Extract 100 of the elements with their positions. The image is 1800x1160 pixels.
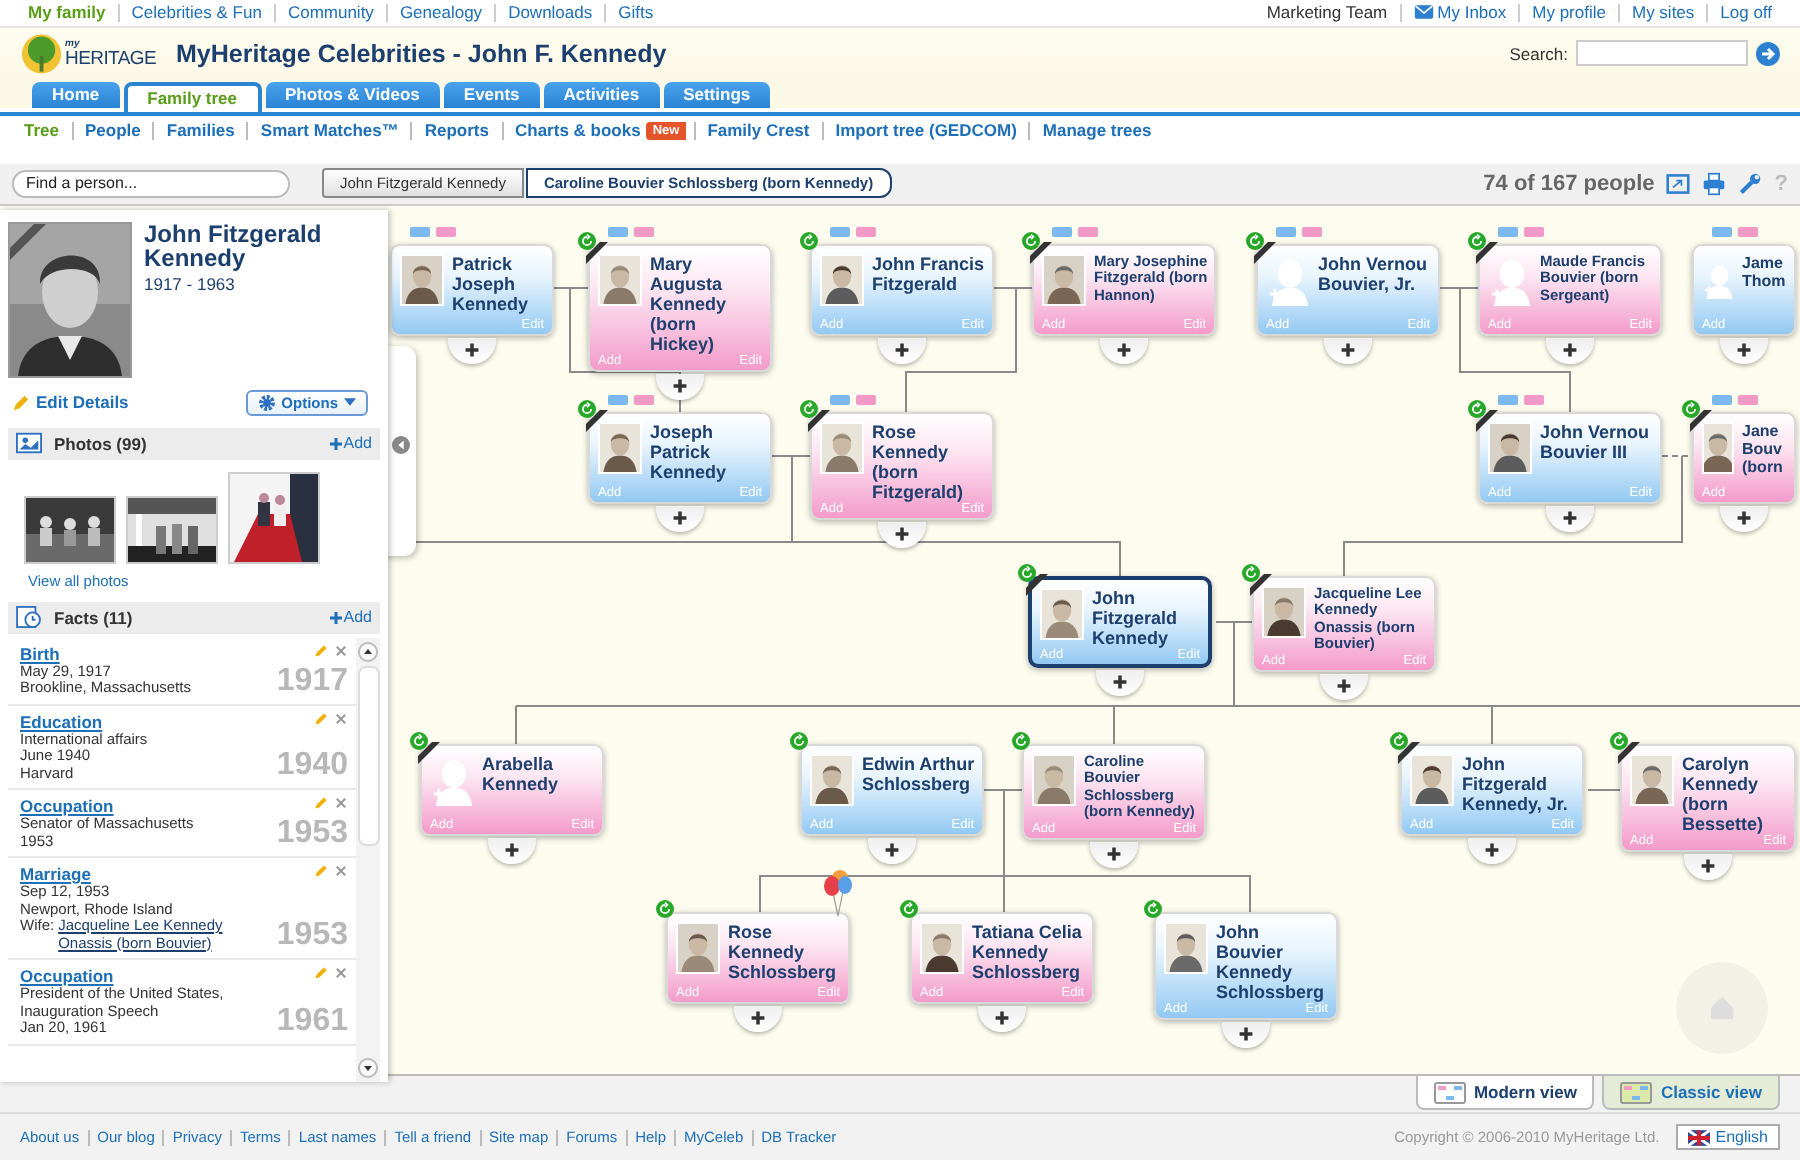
find-person-field[interactable]: Find a person... — [12, 169, 290, 198]
top-nav-link[interactable]: Log off — [1706, 3, 1784, 22]
fact-title-link[interactable]: Birth — [20, 643, 264, 664]
person-name: Jane Bouv (born — [1742, 421, 1785, 480]
parents-flag-icon[interactable] — [1712, 393, 1760, 406]
plus-icon — [1336, 678, 1352, 695]
plus-icon — [1736, 342, 1752, 359]
top-nav-link[interactable]: My sites — [1617, 3, 1707, 22]
add-relative-button[interactable] — [978, 1005, 1026, 1032]
top-nav-link[interactable]: Community — [273, 3, 386, 22]
add-relative-button[interactable] — [1222, 1021, 1270, 1048]
logo-wordmark: HERITAGE — [65, 49, 156, 69]
add-relative-button[interactable] — [734, 1005, 782, 1032]
add-relative-button[interactable] — [656, 505, 704, 532]
parents-flag-icon[interactable] — [1498, 225, 1546, 238]
subnav-link[interactable]: Families — [152, 122, 247, 141]
subnav-link[interactable]: Smart Matches™ — [246, 122, 411, 141]
parents-flag-icon[interactable] — [608, 225, 656, 238]
parents-flag-icon[interactable] — [830, 393, 878, 406]
add-relative-button[interactable] — [1684, 853, 1732, 880]
parents-flag-icon[interactable] — [1498, 393, 1546, 406]
scrollbar-thumb[interactable] — [357, 665, 379, 846]
print-icon[interactable] — [1702, 171, 1727, 196]
pencil-icon[interactable] — [314, 864, 328, 879]
go-arrow-icon[interactable] — [1756, 41, 1780, 66]
add-relative-button[interactable] — [1720, 337, 1768, 364]
collapse-icon[interactable] — [392, 435, 410, 454]
add-relative-button[interactable] — [1320, 673, 1368, 700]
top-nav-link[interactable]: Gifts — [604, 3, 666, 22]
fact-title-link[interactable]: Marriage — [20, 864, 264, 885]
add-relative-button[interactable] — [1096, 669, 1144, 696]
add-relative-button[interactable] — [1720, 505, 1768, 532]
add-relative-button[interactable] — [1468, 837, 1516, 864]
pencil-icon[interactable] — [314, 711, 328, 726]
view-tab[interactable]: Classic view — [1602, 1076, 1780, 1111]
edit-details-link[interactable]: Edit Details — [12, 392, 129, 413]
add-relative-button[interactable] — [878, 521, 926, 548]
delete-icon[interactable] — [334, 711, 348, 726]
language-button[interactable]: English — [1675, 1124, 1780, 1151]
refresh-icon[interactable] — [1018, 563, 1036, 582]
add-relative-button[interactable] — [878, 337, 926, 364]
fact-title-link[interactable]: Occupation — [20, 796, 264, 817]
nav-tab[interactable]: Events — [443, 81, 540, 108]
fact-year: 1961 — [276, 1005, 348, 1038]
flag-icon — [1687, 1129, 1710, 1146]
plus-icon — [994, 1010, 1010, 1027]
subnav-link[interactable]: Import tree (GEDCOM) — [821, 122, 1029, 141]
section-title: Facts (11) — [54, 607, 133, 628]
add-relative-button[interactable] — [656, 373, 704, 400]
add-relative-button[interactable] — [868, 837, 916, 864]
delete-icon[interactable] — [334, 643, 348, 658]
tree-view-icon — [1433, 1081, 1466, 1104]
add-relative-button[interactable] — [1546, 505, 1594, 532]
nav-tab[interactable]: Family tree — [123, 81, 262, 112]
search-label: Search: — [1509, 43, 1568, 64]
add-relative-button[interactable] — [1090, 841, 1138, 868]
top-nav-link[interactable]: My family — [16, 3, 118, 22]
nav-tab[interactable]: Settings — [663, 81, 771, 108]
add-relative-button[interactable] — [1100, 337, 1148, 364]
pencil-icon[interactable] — [314, 643, 328, 658]
top-nav-link[interactable]: Celebrities & Fun — [117, 3, 274, 22]
top-nav-link[interactable]: My profile — [1518, 3, 1618, 22]
top-nav-link[interactable]: Downloads — [494, 3, 605, 22]
connector-line — [1587, 788, 1621, 791]
delete-icon[interactable] — [334, 966, 348, 981]
delete-icon[interactable] — [334, 796, 348, 811]
delete-icon[interactable] — [334, 864, 348, 879]
fit-screen-icon[interactable] — [1666, 171, 1691, 196]
nav-tab[interactable]: Photos & Videos — [265, 81, 440, 108]
fact-title-link[interactable]: Education — [20, 711, 264, 732]
wrench-icon[interactable] — [1738, 171, 1763, 196]
subnav-link[interactable]: Family Crest — [693, 122, 822, 141]
plus-icon — [1112, 674, 1128, 691]
parents-flag-icon[interactable] — [1712, 225, 1760, 238]
add-relative-button[interactable] — [1546, 337, 1594, 364]
add-link[interactable]: Add — [329, 608, 372, 627]
scroll-up-button[interactable] — [358, 641, 378, 662]
subnav-link[interactable]: Tree — [12, 122, 71, 141]
add-link[interactable]: Add — [329, 434, 372, 453]
fact-year: 1953 — [276, 818, 348, 851]
add-relative-button[interactable] — [448, 337, 496, 364]
view-tab[interactable]: Modern view — [1415, 1076, 1595, 1111]
subnav-link[interactable]: Manage trees — [1028, 122, 1164, 141]
scroll-down-button[interactable] — [358, 1057, 378, 1078]
subnav-link[interactable]: People — [71, 122, 153, 141]
pencil-icon[interactable] — [314, 966, 328, 981]
fact-title-link[interactable]: Occupation — [20, 966, 264, 987]
nav-tab[interactable]: Activities — [543, 81, 660, 108]
parents-flag-icon[interactable] — [830, 225, 878, 238]
top-nav-link[interactable]: My Inbox — [1399, 3, 1519, 22]
add-relative-button[interactable] — [1324, 337, 1372, 364]
top-nav-link[interactable]: Genealogy — [385, 3, 495, 22]
parents-flag-icon[interactable] — [1276, 225, 1324, 238]
pencil-icon[interactable] — [314, 796, 328, 811]
search-field[interactable] — [1576, 40, 1748, 67]
parents-flag-icon[interactable] — [1052, 225, 1100, 238]
subnav-link[interactable]: Reports — [410, 122, 501, 141]
add-relative-button[interactable] — [488, 837, 536, 864]
parents-flag-icon[interactable] — [410, 225, 458, 238]
nav-tab[interactable]: Home — [32, 81, 120, 108]
